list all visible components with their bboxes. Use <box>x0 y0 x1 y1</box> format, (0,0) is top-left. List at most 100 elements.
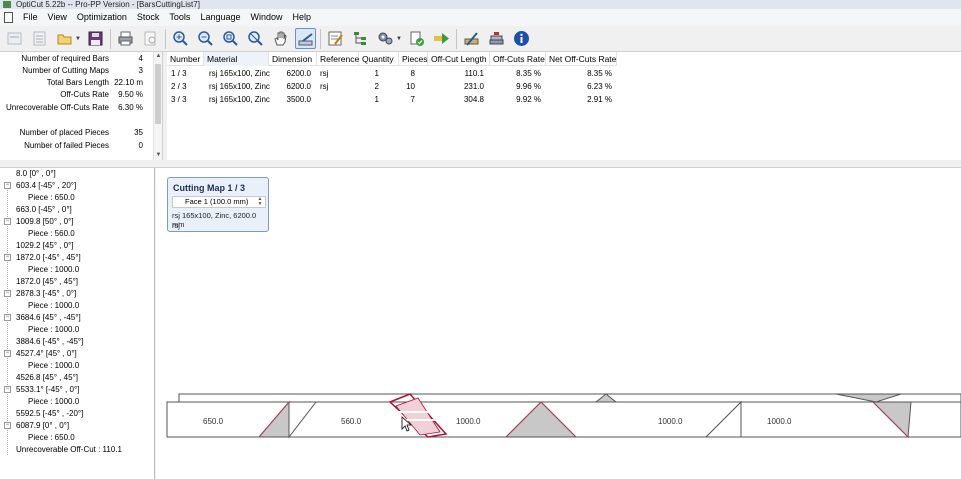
chevron-down-icon[interactable]: ▼ <box>75 36 81 42</box>
cell-dimension: 3500.0 <box>286 95 311 104</box>
stats-scrollbar[interactable]: ▲ ▼ <box>153 52 162 160</box>
stat-row: Number of Cutting Maps 3 <box>0 65 145 77</box>
optimize-gears-icon <box>378 32 393 45</box>
stat-label: Number of placed Pieces <box>19 128 109 137</box>
column-header-quantity[interactable]: Quantity <box>359 52 399 66</box>
tree-cut-node[interactable]: 4526.8 [45° , 45°] <box>16 372 78 384</box>
new-bar-button[interactable] <box>4 28 25 49</box>
cell-reference: rsj <box>320 69 329 78</box>
menu-window[interactable]: Window <box>245 9 287 26</box>
tree-cut-node[interactable]: 1872.0 [-45° , 45°] <box>16 252 81 264</box>
table-row[interactable]: 1 / 3 rsj 165x100, Zinc 6200.0 rsj 1 8 1… <box>167 67 617 80</box>
menu-help[interactable]: Help <box>288 9 317 26</box>
tree-cut-node[interactable]: 5592.5 [-45° , -20°] <box>16 408 83 420</box>
pan-button[interactable] <box>270 28 291 49</box>
zoom-window-button[interactable] <box>220 28 241 49</box>
tree-cut-node[interactable]: 6087.9 [0° , 0°] <box>16 420 69 432</box>
tree-cut-node[interactable]: 2878.3 [-45° , 0°] <box>16 288 76 300</box>
tree-piece-node[interactable]: Piece : 1000.0 <box>28 396 79 408</box>
stock-list-button[interactable] <box>486 28 507 49</box>
tree-expander-icon[interactable]: − <box>4 386 11 393</box>
export-button[interactable] <box>431 28 452 49</box>
tree-cut-node[interactable]: 3684.6 [45° , -45°] <box>16 312 81 324</box>
tree-cut-node[interactable]: Unrecoverable Off-Cut : 110.1 <box>16 444 122 456</box>
column-header-material[interactable]: Material <box>204 52 269 66</box>
zoom-in-button[interactable] <box>170 28 191 49</box>
tree-piece-node[interactable]: Piece : 1000.0 <box>28 360 79 372</box>
save-button[interactable] <box>85 28 106 49</box>
tree-cut-node[interactable]: 4527.4° [45° , 0°] <box>16 348 77 360</box>
tree-cut-node[interactable]: 5533.1° [-45° , 0°] <box>16 384 79 396</box>
column-header-net-offcuts-rate[interactable]: Net Off-Cuts Rate <box>546 52 617 66</box>
cell-net-offcuts-rate: 6.23 % <box>587 82 612 91</box>
tree-cut-node[interactable]: 603.4 [-45° , 20°] <box>16 180 76 192</box>
tree-cut-node[interactable]: 1872.0 [45° , 45°] <box>16 276 78 288</box>
column-header-number[interactable]: Number <box>167 52 204 66</box>
tree-cut-node[interactable]: 663.0 [-45° , 0°] <box>16 204 72 216</box>
menu-tools[interactable]: Tools <box>164 9 195 26</box>
validate-button[interactable] <box>406 28 427 49</box>
zoom-out-button[interactable] <box>195 28 216 49</box>
cell-number: 1 / 3 <box>171 69 187 78</box>
optimization-tree-button[interactable] <box>350 28 371 49</box>
table-row[interactable]: 2 / 3 rsj 165x100, Zinc 6200.0 rsj 2 10 … <box>167 80 617 93</box>
document-icon[interactable] <box>4 12 13 23</box>
column-header-pieces[interactable]: Pieces <box>399 52 428 66</box>
optimize-button[interactable] <box>375 28 396 49</box>
optimization-tree-icon <box>353 32 366 45</box>
column-header-offcuts-rate[interactable]: Off-Cuts Rate <box>490 52 546 66</box>
edit-parameters-button[interactable] <box>325 28 346 49</box>
tree-expander-icon[interactable]: − <box>4 182 11 189</box>
tree-cut-node[interactable]: 8.0 [0° , 0°] <box>16 168 56 180</box>
cell-pieces: 7 <box>410 95 415 104</box>
print-button[interactable] <box>115 28 136 49</box>
face-spinner[interactable]: ▲ ▼ <box>256 197 264 207</box>
spin-down-icon[interactable]: ▼ <box>258 201 263 207</box>
menu-optimization[interactable]: Optimization <box>72 9 132 26</box>
tree-piece-node[interactable]: Piece : 1000.0 <box>28 324 79 336</box>
tree-cut-node[interactable]: 1029.2 [45° , 0°] <box>16 240 74 252</box>
column-header-dimension[interactable]: Dimension <box>269 52 317 66</box>
zoom-fit-button[interactable] <box>245 28 266 49</box>
table-row[interactable]: 3 / 3 rsj 165x100, Zinc 3500.0 1 7 304.8… <box>167 93 617 106</box>
tree-expander-icon[interactable]: − <box>4 422 11 429</box>
tree-cut-node[interactable]: 3884.6 [-45° , -45°] <box>16 336 83 348</box>
new-list-button[interactable] <box>29 28 50 49</box>
chevron-down-icon[interactable]: ▼ <box>396 36 402 42</box>
cell-net-offcuts-rate: 8.35 % <box>587 69 612 78</box>
cutting-map-card[interactable]: Cutting Map 1 / 3 Face 1 (100.0 mm) ▲ ▼ r… <box>167 177 269 232</box>
tree-expander-icon[interactable]: − <box>4 350 11 357</box>
scroll-down-icon[interactable]: ▼ <box>154 151 163 160</box>
cutting-map-canvas[interactable]: Cutting Map 1 / 3 Face 1 (100.0 mm) ▲ ▼ r… <box>156 168 961 479</box>
pan-hand-icon <box>274 31 287 46</box>
cutting-list-button[interactable] <box>461 28 482 49</box>
piece-label: 650.0 <box>203 417 224 426</box>
tree-expander-icon[interactable]: − <box>4 314 11 321</box>
horizontal-splitter[interactable] <box>0 160 961 168</box>
export-arrow-icon <box>433 33 449 44</box>
menu-view[interactable]: View <box>43 9 72 26</box>
tree-piece-node[interactable]: Piece : 560.0 <box>28 228 75 240</box>
tree-piece-node[interactable]: Piece : 650.0 <box>28 432 75 444</box>
stat-row: Off-Cuts Rate 9.50 % <box>0 89 145 101</box>
print-preview-button[interactable] <box>140 28 161 49</box>
column-header-reference[interactable]: Reference <box>317 52 359 66</box>
tree-expander-icon[interactable]: − <box>4 218 11 225</box>
map-reference-line: rsj <box>172 221 180 230</box>
tree-piece-node[interactable]: Piece : 1000.0 <box>28 264 79 276</box>
scroll-thumb[interactable] <box>155 64 161 124</box>
tree-piece-node[interactable]: Piece : 650.0 <box>28 192 75 204</box>
menu-stock[interactable]: Stock <box>132 9 165 26</box>
open-button[interactable] <box>54 28 75 49</box>
tree-expander-icon[interactable]: − <box>4 290 11 297</box>
column-header-offcut-length[interactable]: Off-Cut Length <box>428 52 490 66</box>
tree-expander-icon[interactable]: − <box>4 254 11 261</box>
tree-piece-node[interactable]: Piece : 1000.0 <box>28 300 79 312</box>
menu-file[interactable]: File <box>18 9 43 26</box>
info-button[interactable] <box>511 28 532 49</box>
tree-cut-node[interactable]: 1009.8 [50° , 0°] <box>16 216 74 228</box>
face-selector[interactable]: Face 1 (100.0 mm) ▲ ▼ <box>172 196 266 208</box>
menu-language[interactable]: Language <box>195 9 245 26</box>
scroll-up-icon[interactable]: ▲ <box>154 52 163 61</box>
measure-cut-button[interactable] <box>294 28 316 49</box>
